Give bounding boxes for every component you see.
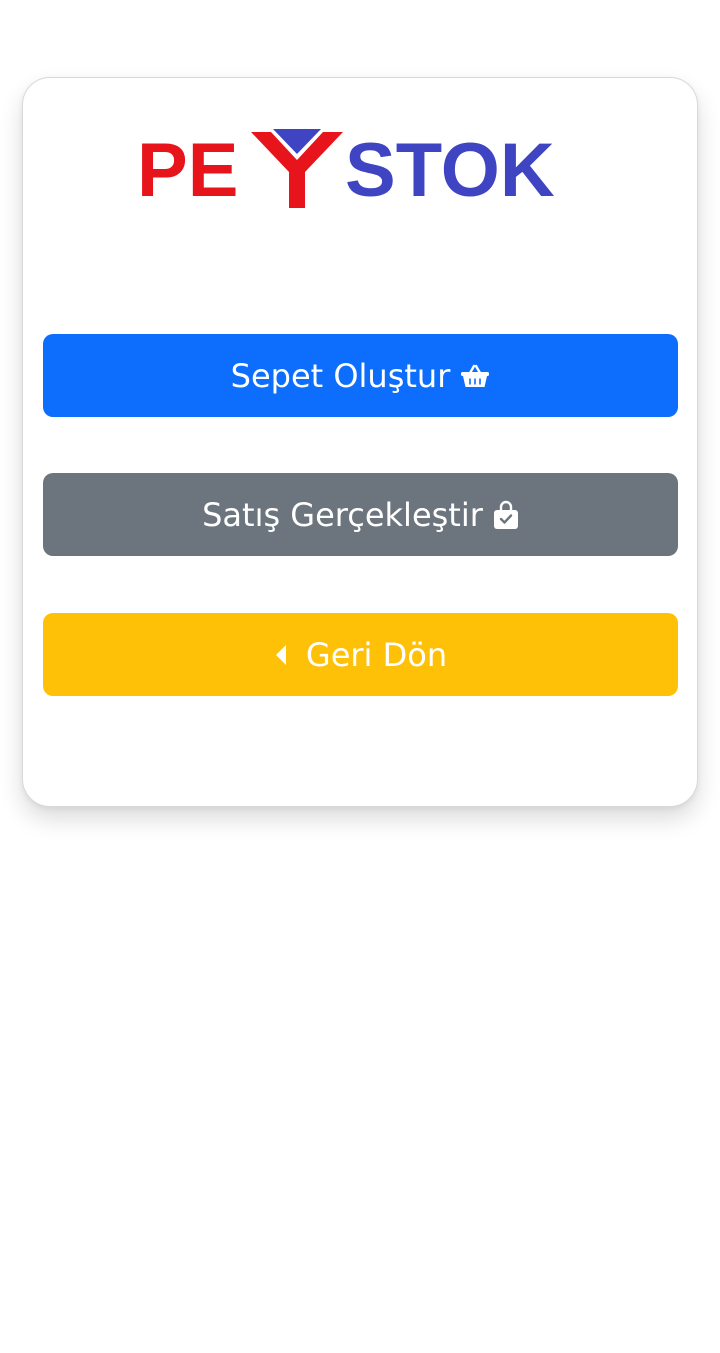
menu-card: PE STOK Sepet Oluştur Satış Gerçekleştir	[22, 77, 698, 807]
logo-y-mark	[251, 129, 343, 208]
shopping-bag-check-icon	[493, 500, 519, 530]
create-cart-label: Sepet Oluştur	[230, 356, 451, 395]
create-cart-button[interactable]: Sepet Oluştur	[43, 334, 678, 417]
basket-icon	[460, 363, 490, 389]
logo-text-pe: PE	[137, 128, 238, 208]
make-sale-label: Satış Gerçekleştir	[202, 495, 483, 534]
go-back-button[interactable]: Geri Dön	[43, 613, 678, 696]
caret-left-icon	[274, 644, 288, 666]
make-sale-button[interactable]: Satış Gerçekleştir	[43, 473, 678, 556]
peystok-logo: PE STOK	[137, 128, 555, 208]
logo-text-stok: STOK	[345, 128, 555, 208]
go-back-label: Geri Dön	[305, 635, 448, 674]
